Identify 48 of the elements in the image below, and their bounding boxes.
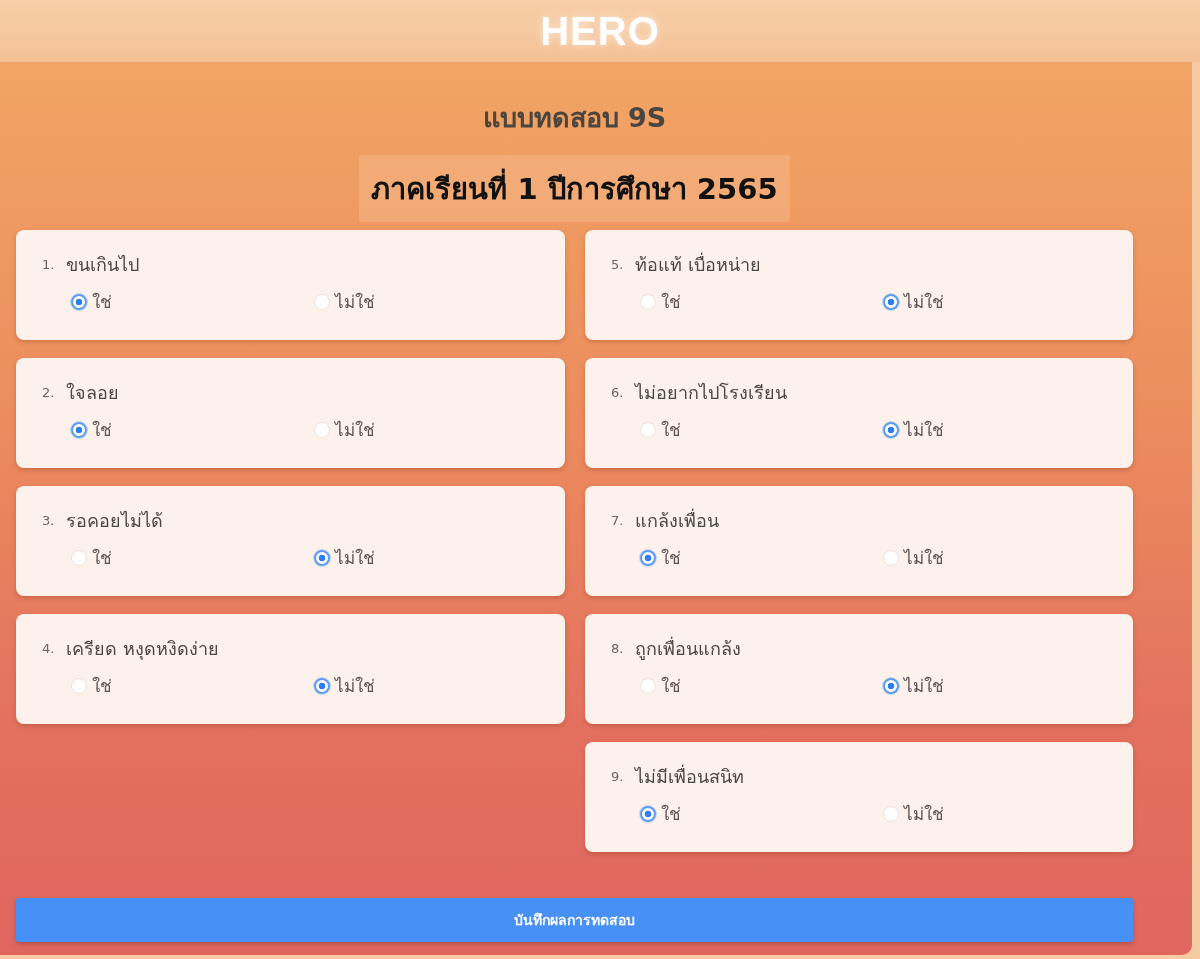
option-label[interactable]: ใช่	[661, 544, 681, 571]
question-text: ท้อแท้ เบื่อหน่าย	[635, 251, 762, 277]
question-number: 8.	[611, 640, 624, 656]
question-text: แกล้งเพื่อน	[635, 507, 720, 533]
radio-button[interactable]	[314, 549, 330, 566]
radio-button[interactable]	[883, 677, 899, 694]
page-title: แบบทดสอบ 9S	[482, 101, 667, 135]
radio-button[interactable]	[883, 421, 899, 438]
option-label[interactable]: ใช่	[661, 288, 681, 315]
option-label[interactable]: ใช่	[92, 544, 112, 571]
option-label[interactable]: ไม่ใช่	[335, 288, 375, 315]
radio-button[interactable]	[640, 549, 656, 566]
option-label[interactable]: ไม่ใช่	[904, 288, 944, 315]
option-label[interactable]: ใช่	[661, 416, 681, 443]
radio-button[interactable]	[71, 421, 87, 438]
question-number: 3.	[42, 512, 55, 528]
option-label[interactable]: ไม่ใช่	[335, 672, 375, 699]
option-label[interactable]: ไม่ใช่	[904, 416, 944, 443]
question-text: เครียด หงุดหงิดง่าย	[66, 636, 220, 662]
term-heading: ภาคเรียนที่ 1 ปีการศึกษา 2565	[359, 155, 790, 222]
question-text: ถูกเพื่อนแกล้ง	[635, 635, 742, 662]
question-number: 5.	[611, 256, 624, 272]
radio-button[interactable]	[640, 805, 656, 822]
option-label[interactable]: ใช่	[92, 672, 112, 699]
option-label[interactable]: ไม่ใช่	[904, 672, 944, 699]
question-text: ใจลอย	[66, 380, 120, 405]
question-text: รอคอยไม่ได้	[66, 508, 164, 533]
radio-button[interactable]	[314, 677, 330, 694]
question-number: 6.	[611, 384, 624, 400]
radio-button[interactable]	[71, 293, 87, 310]
option-label[interactable]: ใช่	[92, 416, 112, 443]
option-label[interactable]: ไม่ใช่	[904, 544, 944, 571]
radio-button[interactable]	[883, 293, 899, 310]
option-label[interactable]: ไม่ใช่	[335, 544, 375, 571]
question-number: 1.	[42, 256, 55, 272]
question-number: 9.	[611, 768, 624, 784]
question-text: ไม่อยากไปโรงเรียน	[635, 380, 788, 405]
option-label[interactable]: ไม่ใช่	[904, 800, 944, 827]
question-text: ขนเกินไป	[66, 252, 140, 277]
logo-text: HERO	[540, 8, 660, 54]
option-label[interactable]: ใช่	[92, 288, 112, 315]
option-label[interactable]: ใช่	[661, 800, 681, 827]
option-label[interactable]: ไม่ใช่	[335, 416, 375, 443]
question-number: 7.	[611, 512, 624, 528]
question-number: 4.	[42, 640, 55, 656]
question-number: 2.	[42, 384, 55, 400]
option-label[interactable]: ใช่	[661, 672, 681, 699]
question-text: ไม่มีเพื่อนสนิท	[635, 763, 745, 789]
